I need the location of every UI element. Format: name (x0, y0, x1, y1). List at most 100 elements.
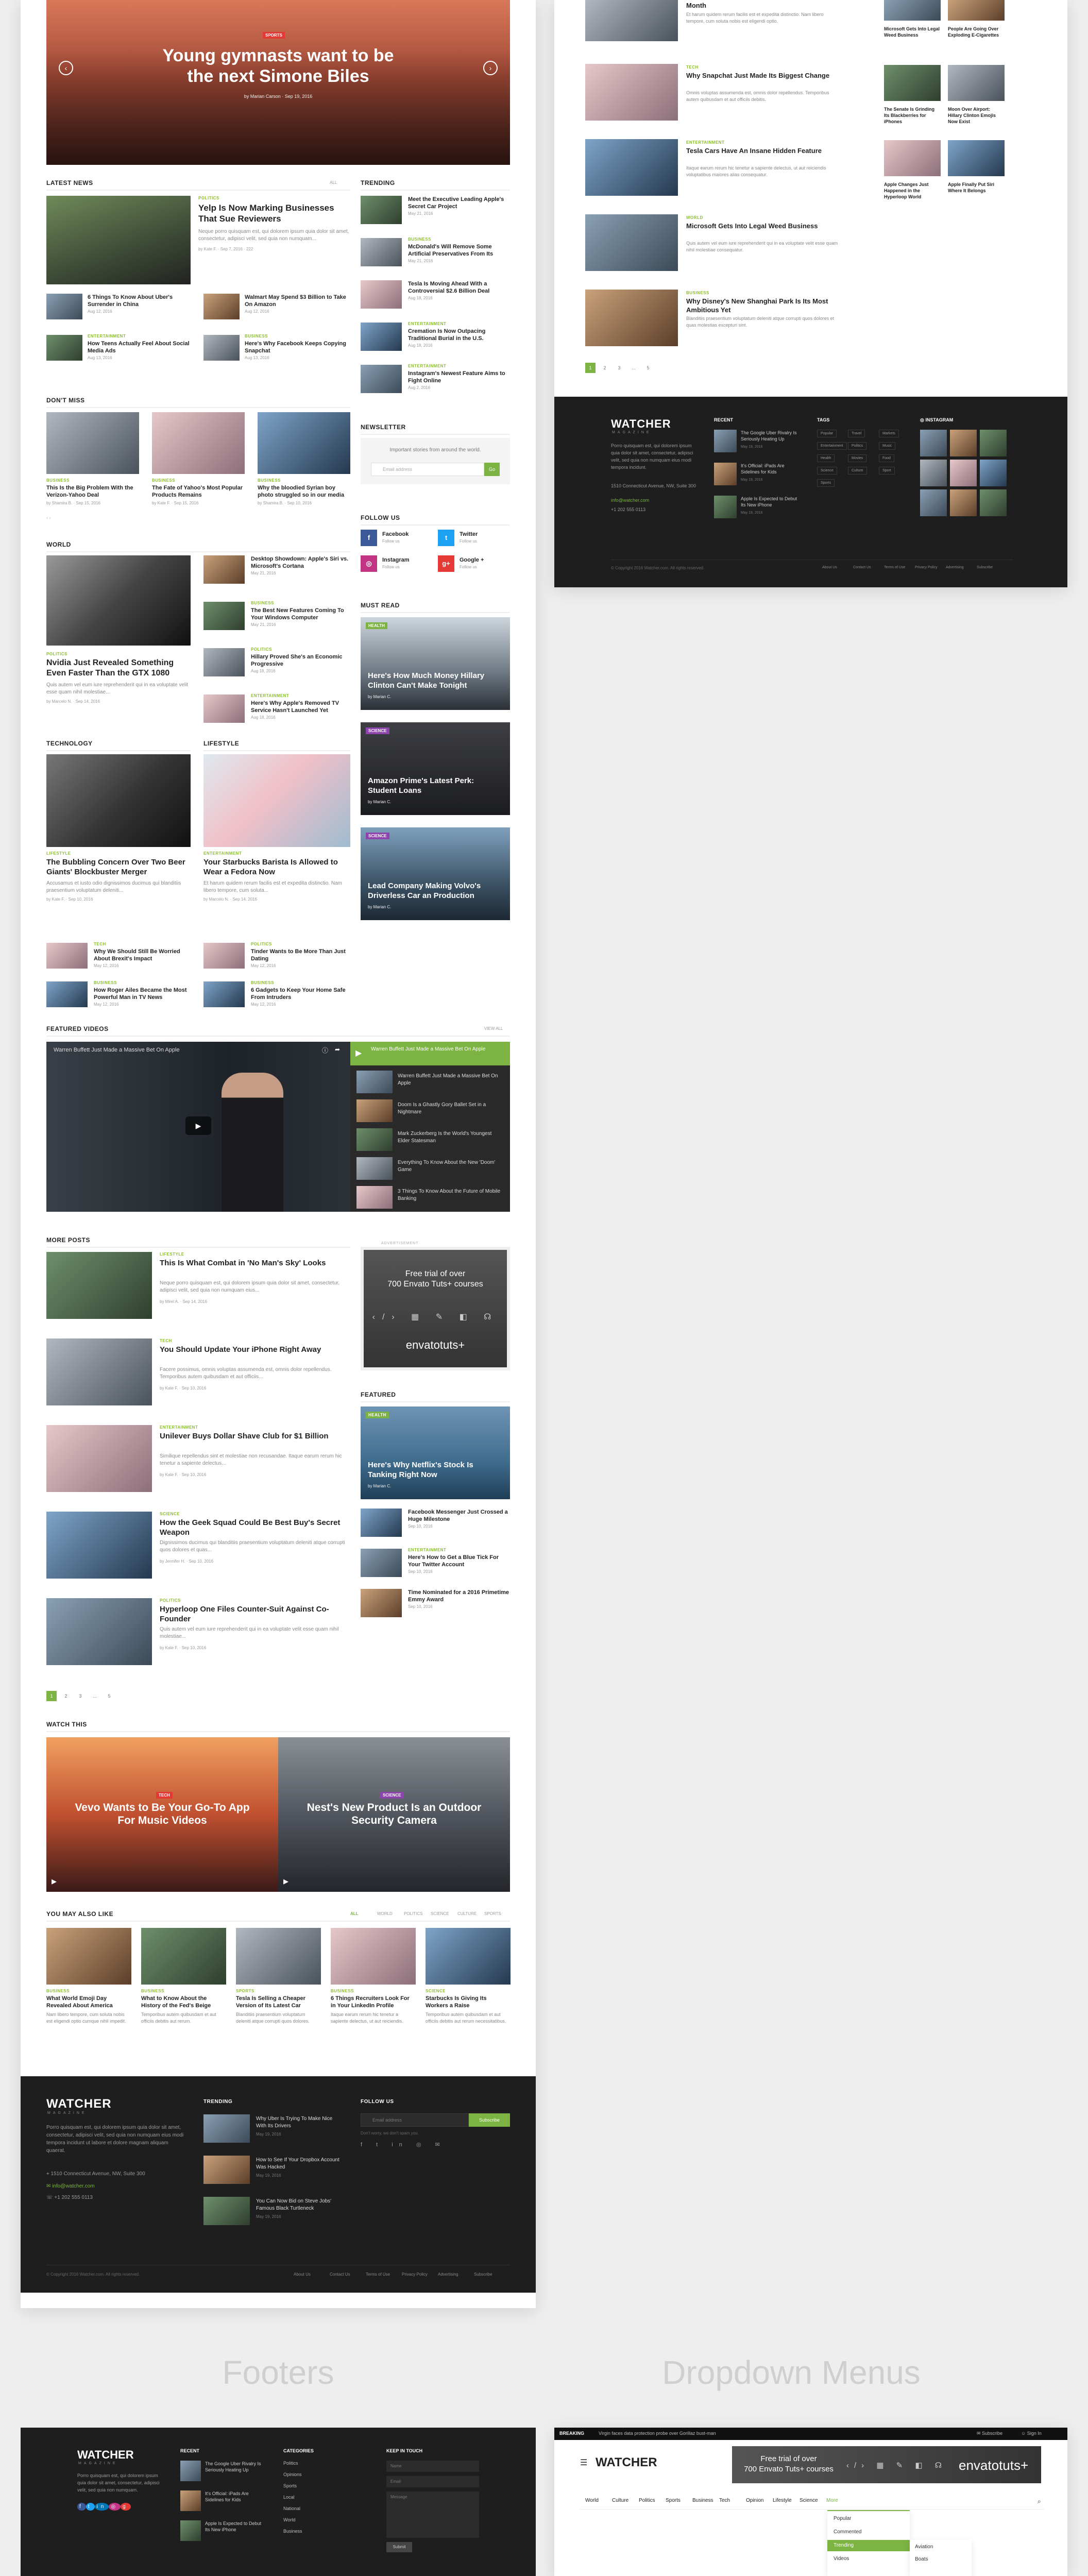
like-item-image[interactable] (46, 1928, 131, 1985)
nav-item-politics[interactable]: Politics (639, 2498, 655, 2503)
video-list-thumb[interactable] (356, 1186, 393, 1209)
watch-card-1[interactable]: TECH Vevo Wants to Be Your Go-To App For… (46, 1737, 278, 1892)
trending-item-tag[interactable]: ENTERTAINMENT (408, 321, 446, 326)
footer2-instagram-photo[interactable] (950, 489, 977, 516)
like-item-image[interactable] (236, 1928, 321, 1985)
lifestyle-lead-image[interactable] (203, 754, 350, 847)
featured-item-title[interactable]: Here's How to Get a Blue Tick For Your T… (408, 1554, 511, 1568)
footer-logo[interactable]: WATCHER (46, 2097, 112, 2111)
page-button-3[interactable]: 3 (75, 1691, 86, 1701)
featured-item-thumb[interactable] (361, 1509, 402, 1537)
must-read-card[interactable]: SCIENCE Lead Company Making Volvo's Drive… (361, 827, 510, 920)
tech-item-thumb[interactable] (46, 943, 88, 969)
footer-email-input[interactable]: Email address (361, 2113, 469, 2127)
trending-item-title[interactable]: Instagram's Newest Feature Aims to Fight… (408, 370, 511, 384)
dont-miss-image[interactable] (258, 412, 350, 474)
trending-item-tag[interactable]: ENTERTAINMENT (408, 364, 446, 368)
more-post-title[interactable]: Unilever Buys Dollar Shave Club for $1 B… (160, 1431, 350, 1441)
world-lead-tag[interactable]: POLITICS (46, 652, 191, 656)
dont-miss-image[interactable] (46, 412, 139, 474)
right-post-image[interactable] (585, 290, 678, 346)
footer2-instagram-photo[interactable] (980, 460, 1007, 486)
tech-lead-tag[interactable]: LIFESTYLE (46, 851, 191, 856)
footer3-category[interactable]: World (283, 2517, 295, 2522)
dont-miss-tag[interactable]: BUSINESS (152, 478, 175, 483)
world-lead-image[interactable] (46, 555, 191, 646)
world-item-tag[interactable]: ENTERTAINMENT (251, 693, 289, 698)
dropdown-item-videos[interactable]: Videos (827, 2553, 910, 2565)
nav-item-tech[interactable]: Tech (719, 2498, 730, 2503)
footer3-category[interactable]: Politics (283, 2461, 298, 2466)
latest-item-tag[interactable]: BUSINESS (245, 334, 268, 338)
more-post-tag[interactable]: TECH (160, 1338, 172, 1343)
footer2-recent-title[interactable]: Apple Is Expected to Debut Its New iPhon… (741, 496, 797, 508)
featured-item-tag[interactable]: ENTERTAINMENT (408, 1548, 446, 1552)
footer3-category[interactable]: Opinions (283, 2472, 302, 2477)
dont-miss-title[interactable]: This Is the Big Problem With the Verizon… (46, 484, 139, 499)
must-read-tag[interactable]: HEALTH (366, 622, 387, 629)
featured-item-title[interactable]: Facebook Messenger Just Crossed a Huge M… (408, 1509, 511, 1523)
page-button-5[interactable]: 5 (104, 1691, 114, 1701)
footer2-tag[interactable]: Popular (817, 430, 837, 437)
right-post-tag[interactable]: WORLD (686, 215, 703, 220)
trending-item-thumb[interactable] (361, 365, 402, 393)
latest-item-title[interactable]: Walmart May Spend $3 Billion to Take On … (245, 294, 348, 308)
latest-item-thumb[interactable] (203, 294, 240, 319)
footer3-recent-thumb[interactable] (180, 2461, 201, 2481)
follow-name[interactable]: Instagram (382, 557, 410, 563)
video-share-icon[interactable]: ➦ (335, 1046, 340, 1053)
right-grid-title[interactable]: Apple Changes Just Happened in the Hyper… (884, 181, 941, 200)
more-post-title[interactable]: This Is What Combat in 'No Man's Sky' Lo… (160, 1258, 350, 1268)
twitter-icon[interactable]: t (438, 530, 454, 546)
like-item-tag[interactable]: BUSINESS (331, 1989, 354, 1993)
featured-lead-title[interactable]: Here's Why Netflix's Stock Is Tanking Ri… (368, 1460, 497, 1480)
like-item-title[interactable]: What to Know About the History of the Fe… (141, 1995, 226, 2009)
nav-item-world[interactable]: World (585, 2498, 599, 2503)
footer3-recent-title[interactable]: Apple Is Expected to Debut Its New iPhon… (205, 2520, 262, 2533)
dont-miss-image[interactable] (152, 412, 245, 474)
footer2-tag[interactable]: Politics (848, 442, 867, 450)
dont-miss-pager[interactable]: ‹ › (46, 515, 51, 520)
latest-item-thumb[interactable] (46, 294, 82, 319)
right-post-image[interactable] (585, 139, 678, 196)
right-post-title[interactable]: Why Disney's New Shanghai Park Is Its Mo… (686, 297, 841, 314)
footer3-submit-button[interactable]: Submit (386, 2542, 412, 2552)
watch-1-play-icon[interactable]: ▶ (52, 1877, 57, 1886)
footer3-message-input[interactable]: Message (386, 2492, 479, 2538)
video-info-icon[interactable]: ⓘ (322, 1046, 328, 1055)
footer2-instagram-photo[interactable] (950, 460, 977, 486)
featured-lead-image[interactable]: HEALTH Here's Why Netflix's Stock Is Tan… (361, 1406, 510, 1499)
more-post-tag[interactable]: ENTERTAINMENT (160, 1425, 198, 1430)
tech-item-title[interactable]: How Roger Ailes Became the Most Powerful… (94, 987, 192, 1001)
more-post-tag[interactable]: LIFESTYLE (160, 1252, 184, 1257)
footer2-tag[interactable]: Markets (879, 430, 899, 437)
world-item-thumb[interactable] (203, 648, 245, 676)
tech-lead-image[interactable] (46, 754, 191, 847)
newsletter-email-input[interactable]: Email address (371, 463, 484, 476)
footer2-tag[interactable]: Music (879, 442, 896, 450)
world-item-thumb[interactable] (203, 602, 245, 630)
dropdown-item-popular[interactable]: Popular (827, 2513, 910, 2524)
more-post-title[interactable]: You Should Update Your iPhone Right Away (160, 1345, 350, 1354)
footer2-tag[interactable]: Culture (848, 467, 867, 474)
submenu-item-boats[interactable]: Boats (915, 2556, 928, 2562)
dont-miss-tag[interactable]: BUSINESS (258, 478, 281, 483)
right-grid-image[interactable] (948, 65, 1005, 101)
like-item-image[interactable] (331, 1928, 416, 1985)
follow-name[interactable]: Google + (460, 557, 484, 563)
footer-link[interactable]: Terms of Use (366, 2272, 390, 2277)
dont-miss-tag[interactable]: BUSINESS (46, 478, 70, 483)
like-item-tag[interactable]: BUSINESS (46, 1989, 70, 1993)
featured-item-thumb[interactable] (361, 1589, 402, 1617)
life-item-thumb[interactable] (203, 943, 245, 969)
footer-link[interactable]: Subscribe (474, 2272, 492, 2277)
submenu-item-aviation[interactable]: Aviation (915, 2544, 933, 2550)
life-item-tag[interactable]: POLITICS (251, 942, 272, 946)
right-post-tag[interactable]: BUSINESS (686, 291, 709, 295)
right-post-image[interactable] (585, 0, 678, 41)
footer2-recent-thumb[interactable] (714, 496, 737, 518)
footer2-recent-thumb[interactable] (714, 463, 737, 485)
follow-name[interactable]: Facebook (382, 531, 409, 537)
right-grid-title[interactable]: Microsoft Gets Into Legal Weed Business (884, 26, 941, 38)
trending-item-thumb[interactable] (361, 238, 402, 266)
